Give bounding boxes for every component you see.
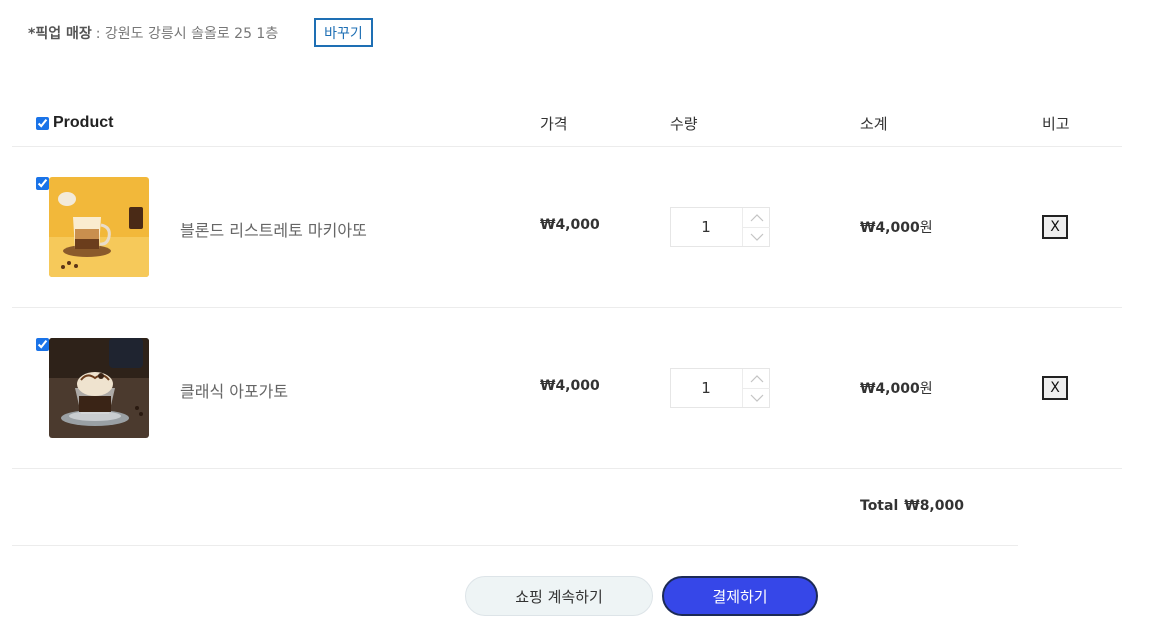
chevron-up-icon[interactable] [742, 369, 770, 389]
pickup-label: *픽업 매장 [28, 26, 92, 42]
divider [12, 468, 1122, 469]
chevron-down-icon[interactable] [742, 388, 770, 407]
quantity-input[interactable] [671, 369, 741, 407]
quantity-stepper [670, 207, 770, 247]
header-note: 비고 [1042, 114, 1070, 133]
subtotal-unit: 원 [919, 381, 933, 397]
pickup-store: *픽업 매장 : 강원도 강릉시 솔올로 25 1층 [28, 22, 278, 44]
header-quantity: 수량 [670, 114, 698, 133]
item-subtotal: ₩4,000원 [860, 378, 933, 398]
divider [12, 545, 1018, 546]
remove-item-button[interactable]: X [1042, 215, 1068, 239]
product-price: ₩4,000 [540, 378, 600, 394]
change-store-button[interactable]: 바꾸기 [314, 18, 373, 47]
chevron-up-icon[interactable] [742, 208, 770, 228]
remove-item-button[interactable]: X [1042, 376, 1068, 400]
header-product-label: Product [53, 114, 114, 131]
subtotal-value: ₩4,000 [860, 381, 920, 397]
chevron-down-icon[interactable] [742, 227, 770, 246]
cart-row: 블론드 리스트레토 마키아또 ₩4,000 ₩4,000원 X [0, 147, 1163, 307]
select-all-checkbox[interactable] [36, 116, 49, 130]
quantity-stepper [670, 368, 770, 408]
order-total: Total ₩8,000 [860, 498, 964, 514]
product-image-macchiato [49, 177, 149, 277]
quantity-input[interactable] [671, 208, 741, 246]
subtotal-unit: 원 [919, 220, 933, 236]
cart-row: 클래식 아포가토 ₩4,000 ₩4,000원 X [0, 308, 1163, 468]
header-product: Product [36, 112, 113, 134]
continue-shopping-button[interactable]: 쇼핑 계속하기 [465, 576, 653, 616]
header-subtotal: 소계 [860, 114, 888, 133]
subtotal-value: ₩4,000 [860, 220, 920, 236]
total-value: ₩8,000 [904, 498, 964, 514]
item-checkbox[interactable] [36, 177, 49, 190]
item-checkbox[interactable] [36, 338, 49, 351]
product-name: 클래식 아포가토 [180, 382, 289, 401]
product-price: ₩4,000 [540, 217, 600, 233]
product-image-affogato [49, 338, 149, 438]
pickup-address: : 강원도 강릉시 솔올로 25 1층 [95, 26, 279, 42]
total-label: Total [860, 498, 899, 514]
header-price: 가격 [540, 114, 568, 133]
item-subtotal: ₩4,000원 [860, 217, 933, 237]
product-name: 블론드 리스트레토 마키아또 [180, 221, 367, 240]
checkout-button[interactable]: 결제하기 [662, 576, 818, 616]
